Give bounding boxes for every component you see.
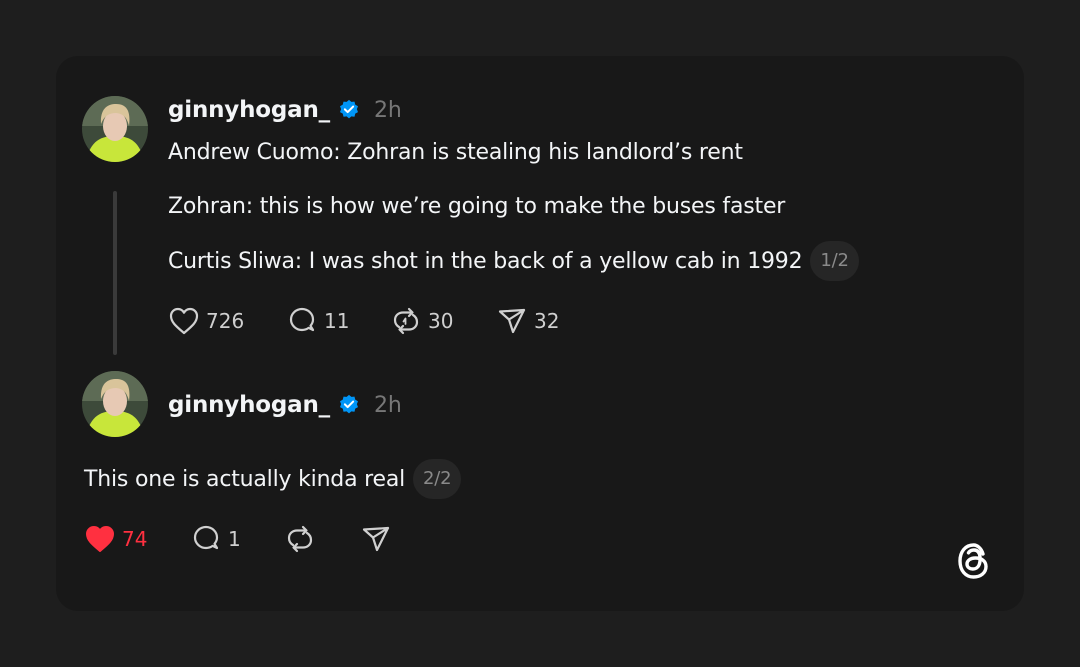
like-count: 726 (206, 309, 245, 333)
share-icon (496, 306, 528, 336)
reply-button[interactable]: 11 (286, 306, 390, 336)
comment-icon (286, 306, 318, 336)
repost-button[interactable]: 30 (390, 306, 496, 336)
username[interactable]: ginnyhogan_ (168, 97, 330, 123)
thread-pager-badge: 1/2 (810, 241, 859, 281)
post-text-line: Zohran: this is how we’re going to make … (168, 193, 786, 219)
threads-logo-icon[interactable] (954, 540, 994, 582)
thread-connector-line (113, 191, 117, 355)
post-text: This one is actually kinda real (84, 466, 406, 492)
avatar[interactable] (82, 371, 148, 437)
repost-count: 30 (428, 309, 454, 333)
like-button[interactable]: 726 (168, 306, 286, 336)
share-count: 32 (534, 309, 560, 333)
post-text-line: Andrew Cuomo: Zohran is stealing his lan… (168, 139, 743, 165)
post-timestamp[interactable]: 2h (374, 98, 402, 123)
repost-icon (390, 306, 422, 336)
verified-badge-icon (338, 99, 360, 121)
username[interactable]: ginnyhogan_ (168, 392, 330, 418)
share-icon (360, 524, 392, 554)
post-header: ginnyhogan_ 2h (168, 95, 402, 125)
reply-count: 1 (228, 527, 241, 551)
post-actions: 74 1 (84, 524, 400, 554)
comment-icon (190, 524, 222, 554)
reply-count: 11 (324, 309, 350, 333)
post-timestamp[interactable]: 2h (374, 393, 402, 418)
share-button[interactable] (360, 524, 400, 554)
repost-button[interactable] (284, 524, 360, 554)
post-text-line-with-pager: Curtis Sliwa: I was shot in the back of … (168, 241, 859, 281)
avatar[interactable] (82, 96, 148, 162)
post-text-line-with-pager: This one is actually kinda real 2/2 (84, 459, 462, 499)
share-button[interactable]: 32 (496, 306, 596, 336)
repost-icon (284, 524, 316, 554)
post-actions: 726 11 30 32 (168, 306, 596, 336)
heart-filled-icon (84, 524, 116, 554)
post-header: ginnyhogan_ 2h (168, 390, 402, 420)
like-count: 74 (122, 527, 148, 551)
verified-badge-icon (338, 394, 360, 416)
heart-icon (168, 306, 200, 336)
like-button[interactable]: 74 (84, 524, 190, 554)
reply-button[interactable]: 1 (190, 524, 284, 554)
thread-pager-badge: 2/2 (413, 459, 462, 499)
post-text-line: Curtis Sliwa: I was shot in the back of … (168, 248, 803, 274)
